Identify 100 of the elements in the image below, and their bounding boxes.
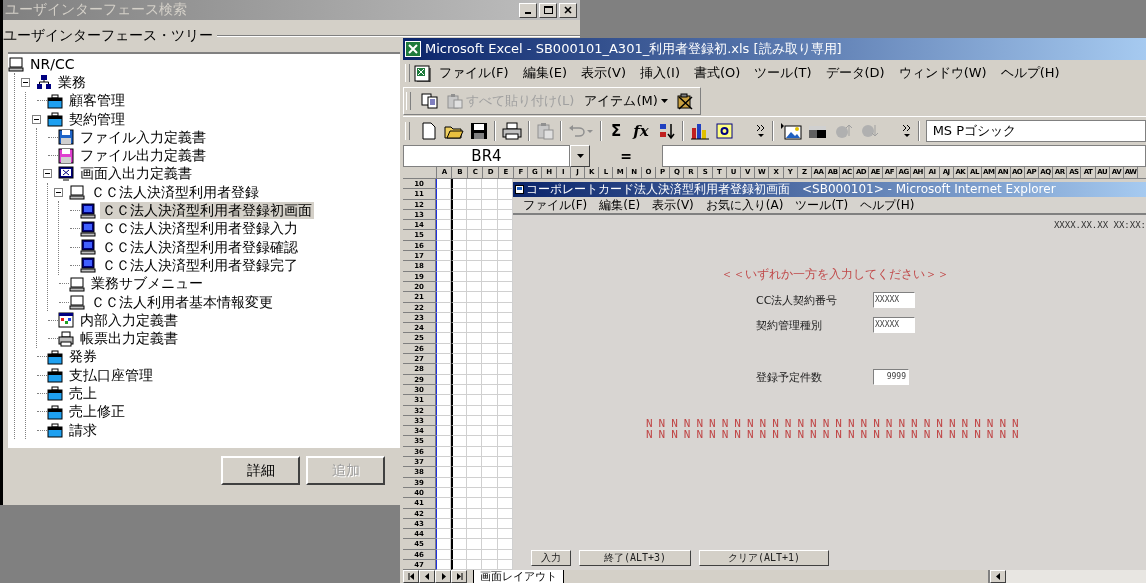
spreadsheet-cell[interactable] <box>466 467 483 478</box>
spreadsheet-cell[interactable] <box>497 302 513 313</box>
undo-icon[interactable] <box>568 122 594 140</box>
spreadsheet-cell[interactable] <box>497 343 513 355</box>
spreadsheet-cell[interactable] <box>497 374 513 385</box>
spreadsheet-cell[interactable] <box>451 549 467 560</box>
tree-item[interactable]: 支払口座管理 <box>67 366 155 384</box>
spreadsheet-cell[interactable] <box>497 220 513 231</box>
spreadsheet-cell[interactable] <box>497 549 513 560</box>
spreadsheet-cell[interactable] <box>482 271 498 282</box>
spreadsheet-cell[interactable] <box>497 415 513 427</box>
close-button[interactable] <box>559 2 577 18</box>
spreadsheet-cell[interactable] <box>497 312 513 324</box>
spreadsheet-cell[interactable] <box>466 477 483 488</box>
spreadsheet-cell[interactable] <box>482 312 498 324</box>
spreadsheet-cell[interactable] <box>466 343 483 355</box>
spreadsheet-cell[interactable] <box>466 436 483 447</box>
spreadsheet-cell[interactable] <box>451 539 467 550</box>
copy-icon[interactable] <box>421 93 439 109</box>
spreadsheet-cell[interactable] <box>451 333 467 344</box>
spreadsheet-cell[interactable] <box>451 487 467 499</box>
spreadsheet-cell[interactable] <box>451 364 467 375</box>
spreadsheet-cell[interactable] <box>451 199 467 210</box>
spreadsheet-cell[interactable] <box>482 374 498 385</box>
spreadsheet-cell[interactable] <box>497 436 513 447</box>
spreadsheet-cell[interactable] <box>497 354 513 365</box>
spreadsheet-cell[interactable] <box>436 292 452 303</box>
tree-item[interactable]: NR/CC <box>28 55 77 73</box>
spreadsheet-cell[interactable] <box>497 230 513 241</box>
spreadsheet-cell[interactable] <box>482 395 498 406</box>
spreadsheet-cell[interactable] <box>482 333 498 344</box>
menu-item[interactable]: ヘルプ(H) <box>860 197 915 213</box>
printer-icon[interactable] <box>502 122 522 140</box>
spreadsheet-cell[interactable] <box>497 292 513 303</box>
spreadsheet-cell[interactable] <box>482 354 498 365</box>
spreadsheet-cell[interactable] <box>482 302 498 313</box>
spreadsheet-cell[interactable] <box>466 415 483 427</box>
spreadsheet-cell[interactable] <box>466 292 483 303</box>
spreadsheet-cell[interactable] <box>482 343 498 355</box>
spreadsheet-cell[interactable] <box>451 395 467 406</box>
next-sheet-button[interactable] <box>435 570 451 583</box>
spreadsheet-cell[interactable] <box>466 302 483 313</box>
spreadsheet-cell[interactable] <box>482 508 498 519</box>
tree-item[interactable]: ＣＣ法人決済型利用者登録完了 <box>100 256 300 274</box>
menu-item[interactable]: ツール(T) <box>795 197 849 213</box>
spreadsheet-cell[interactable] <box>451 384 467 396</box>
menu-item[interactable]: 表示(V) <box>574 64 634 82</box>
last-sheet-button[interactable] <box>451 570 467 583</box>
menu-item[interactable]: 表示(V) <box>652 197 694 213</box>
tree-item[interactable]: 売上 <box>67 385 99 402</box>
spreadsheet-cell[interactable] <box>451 405 467 416</box>
spreadsheet-cell[interactable] <box>482 518 498 530</box>
spreadsheet-cell[interactable] <box>451 467 467 478</box>
spreadsheet-cell[interactable] <box>466 395 483 406</box>
tree-item[interactable]: 業務 <box>56 73 88 91</box>
menu-item[interactable]: ツール(T) <box>747 64 819 82</box>
spreadsheet-cell[interactable] <box>451 446 467 457</box>
spreadsheet-cell[interactable] <box>497 457 513 468</box>
spreadsheet-cell[interactable] <box>497 477 513 488</box>
picture-icon[interactable] <box>779 122 802 140</box>
spreadsheet-cell[interactable] <box>482 179 498 190</box>
spreadsheet-cell[interactable] <box>482 261 498 272</box>
spreadsheet-icon[interactable] <box>414 64 432 82</box>
new-file-icon[interactable] <box>420 122 438 140</box>
name-box[interactable]: BR4 <box>403 145 570 167</box>
previous-sheet-button[interactable] <box>419 570 435 583</box>
spreadsheet-cell[interactable] <box>466 549 483 560</box>
tree-item[interactable]: ＣＣ法人決済型利用者登録初画面 <box>100 202 314 219</box>
formula-field[interactable] <box>662 145 1146 167</box>
spreadsheet-cell[interactable] <box>466 374 483 385</box>
spreadsheet-cell[interactable] <box>482 240 498 252</box>
spreadsheet-cell[interactable] <box>451 343 467 355</box>
chevron-icon[interactable] <box>901 123 912 139</box>
tree-toggle[interactable] <box>43 169 52 179</box>
spreadsheet-cell[interactable] <box>466 405 483 416</box>
spreadsheet-cell[interactable] <box>466 508 483 519</box>
spreadsheet-cell[interactable] <box>497 240 513 252</box>
spreadsheet-cell[interactable] <box>451 354 467 365</box>
spreadsheet-cell[interactable] <box>436 436 452 447</box>
spreadsheet-cell[interactable] <box>436 323 452 334</box>
save-icon[interactable] <box>470 122 488 140</box>
spreadsheet-cell[interactable] <box>482 457 498 468</box>
autosum-button[interactable]: Σ <box>608 122 625 140</box>
spreadsheet-cell[interactable] <box>497 251 513 262</box>
chart-icon[interactable] <box>689 122 710 140</box>
spreadsheet-cell[interactable] <box>436 179 452 190</box>
spreadsheet-cell[interactable] <box>466 364 483 375</box>
menu-item[interactable]: 挿入(I) <box>633 64 687 82</box>
spreadsheet-cell[interactable] <box>436 302 452 313</box>
spreadsheet-cell[interactable] <box>497 405 513 416</box>
sort-icon[interactable] <box>657 122 676 140</box>
maximize-button[interactable] <box>539 2 557 18</box>
spreadsheet-cell[interactable] <box>436 487 452 499</box>
tree-item[interactable]: ＣＣ法人決済型利用者登録 <box>89 183 261 201</box>
spreadsheet-cell[interactable] <box>451 529 467 540</box>
tree-item[interactable]: ＣＣ法人利用者基本情報変更 <box>89 293 275 311</box>
spreadsheet-cell[interactable] <box>497 487 513 499</box>
spreadsheet-cell[interactable] <box>451 477 467 488</box>
spreadsheet-cell[interactable] <box>466 179 483 190</box>
spreadsheet-cell[interactable] <box>466 323 483 334</box>
